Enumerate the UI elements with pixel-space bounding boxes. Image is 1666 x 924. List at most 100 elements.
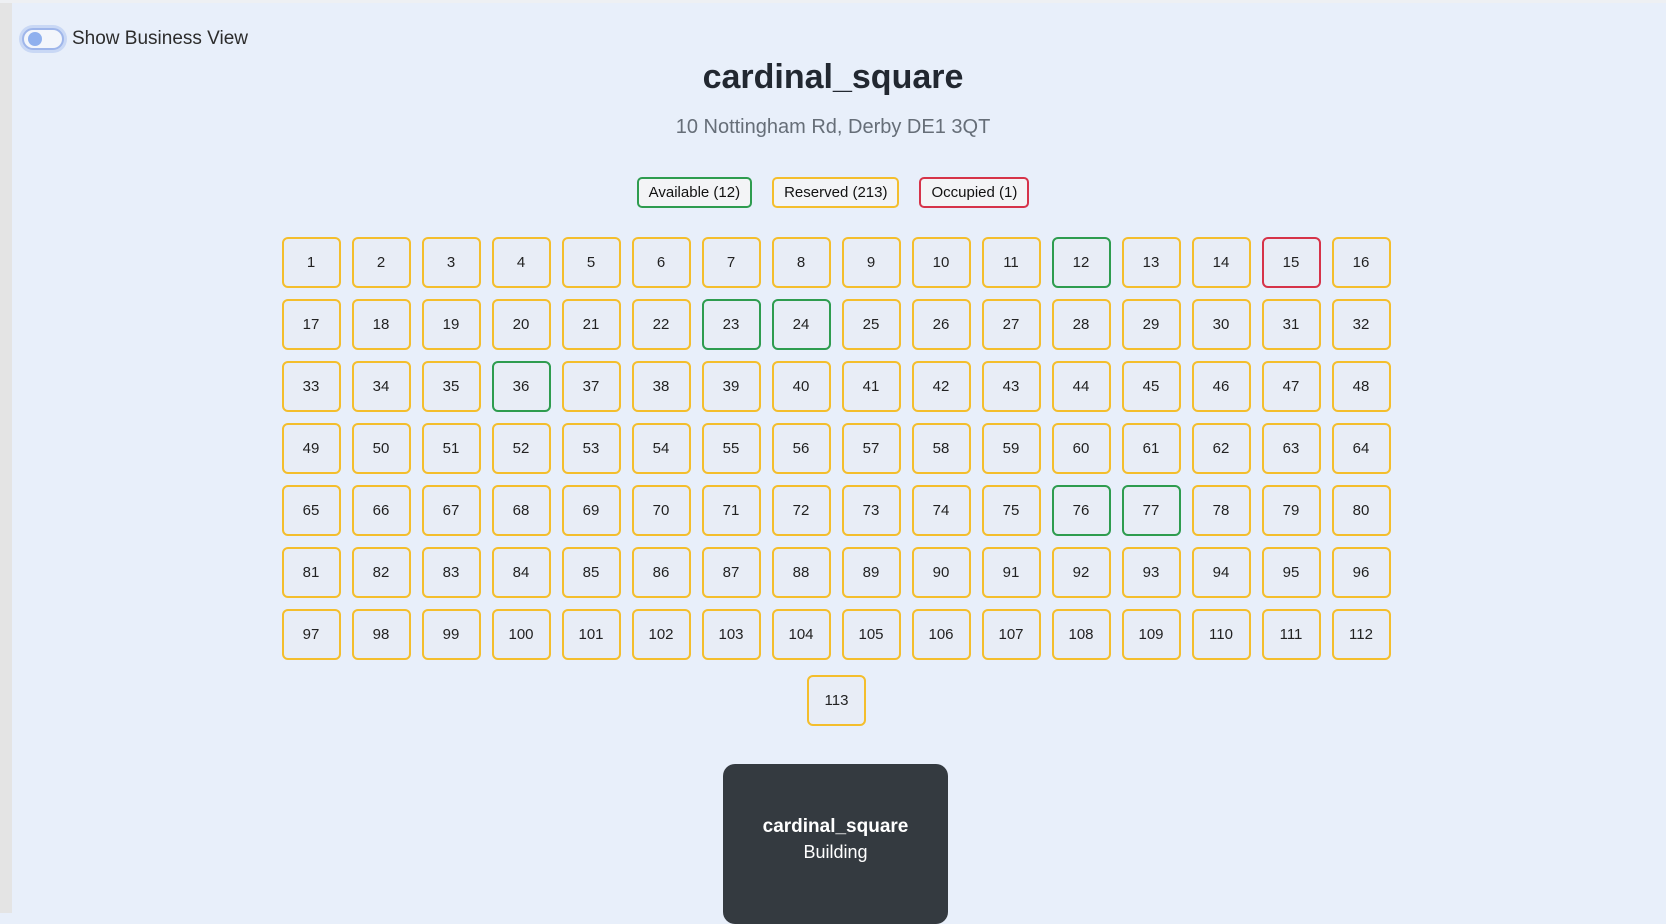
unit-16[interactable]: 16	[1331, 237, 1391, 288]
unit-57[interactable]: 57	[841, 423, 901, 474]
unit-5[interactable]: 5	[561, 237, 621, 288]
unit-58[interactable]: 58	[911, 423, 971, 474]
unit-67[interactable]: 67	[421, 485, 481, 536]
unit-100[interactable]: 100	[491, 609, 551, 660]
unit-3[interactable]: 3	[421, 237, 481, 288]
unit-88[interactable]: 88	[771, 547, 831, 598]
unit-96[interactable]: 96	[1331, 547, 1391, 598]
unit-78[interactable]: 78	[1191, 485, 1251, 536]
unit-10[interactable]: 10	[911, 237, 971, 288]
unit-76[interactable]: 76	[1051, 485, 1111, 536]
unit-110[interactable]: 110	[1191, 609, 1251, 660]
unit-13[interactable]: 13	[1121, 237, 1181, 288]
unit-83[interactable]: 83	[421, 547, 481, 598]
unit-52[interactable]: 52	[491, 423, 551, 474]
unit-81[interactable]: 81	[281, 547, 341, 598]
unit-113[interactable]: 113	[807, 675, 866, 726]
unit-104[interactable]: 104	[771, 609, 831, 660]
unit-38[interactable]: 38	[631, 361, 691, 412]
toggle-switch[interactable]	[22, 28, 64, 50]
unit-54[interactable]: 54	[631, 423, 691, 474]
unit-107[interactable]: 107	[981, 609, 1041, 660]
unit-90[interactable]: 90	[911, 547, 971, 598]
unit-20[interactable]: 20	[491, 299, 551, 350]
unit-29[interactable]: 29	[1121, 299, 1181, 350]
unit-66[interactable]: 66	[351, 485, 411, 536]
unit-26[interactable]: 26	[911, 299, 971, 350]
unit-111[interactable]: 111	[1261, 609, 1321, 660]
unit-94[interactable]: 94	[1191, 547, 1251, 598]
unit-97[interactable]: 97	[281, 609, 341, 660]
unit-92[interactable]: 92	[1051, 547, 1111, 598]
unit-56[interactable]: 56	[771, 423, 831, 474]
unit-28[interactable]: 28	[1051, 299, 1111, 350]
unit-2[interactable]: 2	[351, 237, 411, 288]
unit-1[interactable]: 1	[281, 237, 341, 288]
unit-112[interactable]: 112	[1331, 609, 1391, 660]
unit-45[interactable]: 45	[1121, 361, 1181, 412]
unit-69[interactable]: 69	[561, 485, 621, 536]
unit-106[interactable]: 106	[911, 609, 971, 660]
unit-70[interactable]: 70	[631, 485, 691, 536]
unit-17[interactable]: 17	[281, 299, 341, 350]
business-view-toggle[interactable]: Show Business View	[22, 28, 248, 50]
unit-80[interactable]: 80	[1331, 485, 1391, 536]
unit-32[interactable]: 32	[1331, 299, 1391, 350]
unit-34[interactable]: 34	[351, 361, 411, 412]
unit-71[interactable]: 71	[701, 485, 761, 536]
unit-61[interactable]: 61	[1121, 423, 1181, 474]
unit-44[interactable]: 44	[1051, 361, 1111, 412]
unit-27[interactable]: 27	[981, 299, 1041, 350]
unit-15[interactable]: 15	[1261, 237, 1321, 288]
unit-47[interactable]: 47	[1261, 361, 1321, 412]
unit-63[interactable]: 63	[1261, 423, 1321, 474]
unit-99[interactable]: 99	[421, 609, 481, 660]
unit-101[interactable]: 101	[561, 609, 621, 660]
unit-65[interactable]: 65	[281, 485, 341, 536]
unit-18[interactable]: 18	[351, 299, 411, 350]
unit-36[interactable]: 36	[491, 361, 551, 412]
unit-89[interactable]: 89	[841, 547, 901, 598]
unit-22[interactable]: 22	[631, 299, 691, 350]
unit-19[interactable]: 19	[421, 299, 481, 350]
unit-55[interactable]: 55	[701, 423, 761, 474]
unit-108[interactable]: 108	[1051, 609, 1111, 660]
unit-23[interactable]: 23	[701, 299, 761, 350]
unit-98[interactable]: 98	[351, 609, 411, 660]
unit-8[interactable]: 8	[771, 237, 831, 288]
unit-77[interactable]: 77	[1121, 485, 1181, 536]
unit-93[interactable]: 93	[1121, 547, 1181, 598]
unit-53[interactable]: 53	[561, 423, 621, 474]
unit-73[interactable]: 73	[841, 485, 901, 536]
unit-37[interactable]: 37	[561, 361, 621, 412]
unit-43[interactable]: 43	[981, 361, 1041, 412]
unit-86[interactable]: 86	[631, 547, 691, 598]
unit-62[interactable]: 62	[1191, 423, 1251, 474]
unit-33[interactable]: 33	[281, 361, 341, 412]
unit-35[interactable]: 35	[421, 361, 481, 412]
unit-103[interactable]: 103	[701, 609, 761, 660]
unit-75[interactable]: 75	[981, 485, 1041, 536]
unit-40[interactable]: 40	[771, 361, 831, 412]
unit-7[interactable]: 7	[701, 237, 761, 288]
unit-68[interactable]: 68	[491, 485, 551, 536]
unit-85[interactable]: 85	[561, 547, 621, 598]
unit-50[interactable]: 50	[351, 423, 411, 474]
unit-39[interactable]: 39	[701, 361, 761, 412]
unit-24[interactable]: 24	[771, 299, 831, 350]
unit-95[interactable]: 95	[1261, 547, 1321, 598]
building-card[interactable]: cardinal_square Building	[723, 764, 948, 924]
unit-30[interactable]: 30	[1191, 299, 1251, 350]
unit-21[interactable]: 21	[561, 299, 621, 350]
unit-105[interactable]: 105	[841, 609, 901, 660]
unit-109[interactable]: 109	[1121, 609, 1181, 660]
unit-11[interactable]: 11	[981, 237, 1041, 288]
unit-49[interactable]: 49	[281, 423, 341, 474]
unit-42[interactable]: 42	[911, 361, 971, 412]
unit-72[interactable]: 72	[771, 485, 831, 536]
unit-12[interactable]: 12	[1051, 237, 1111, 288]
unit-25[interactable]: 25	[841, 299, 901, 350]
unit-74[interactable]: 74	[911, 485, 971, 536]
unit-31[interactable]: 31	[1261, 299, 1321, 350]
unit-6[interactable]: 6	[631, 237, 691, 288]
